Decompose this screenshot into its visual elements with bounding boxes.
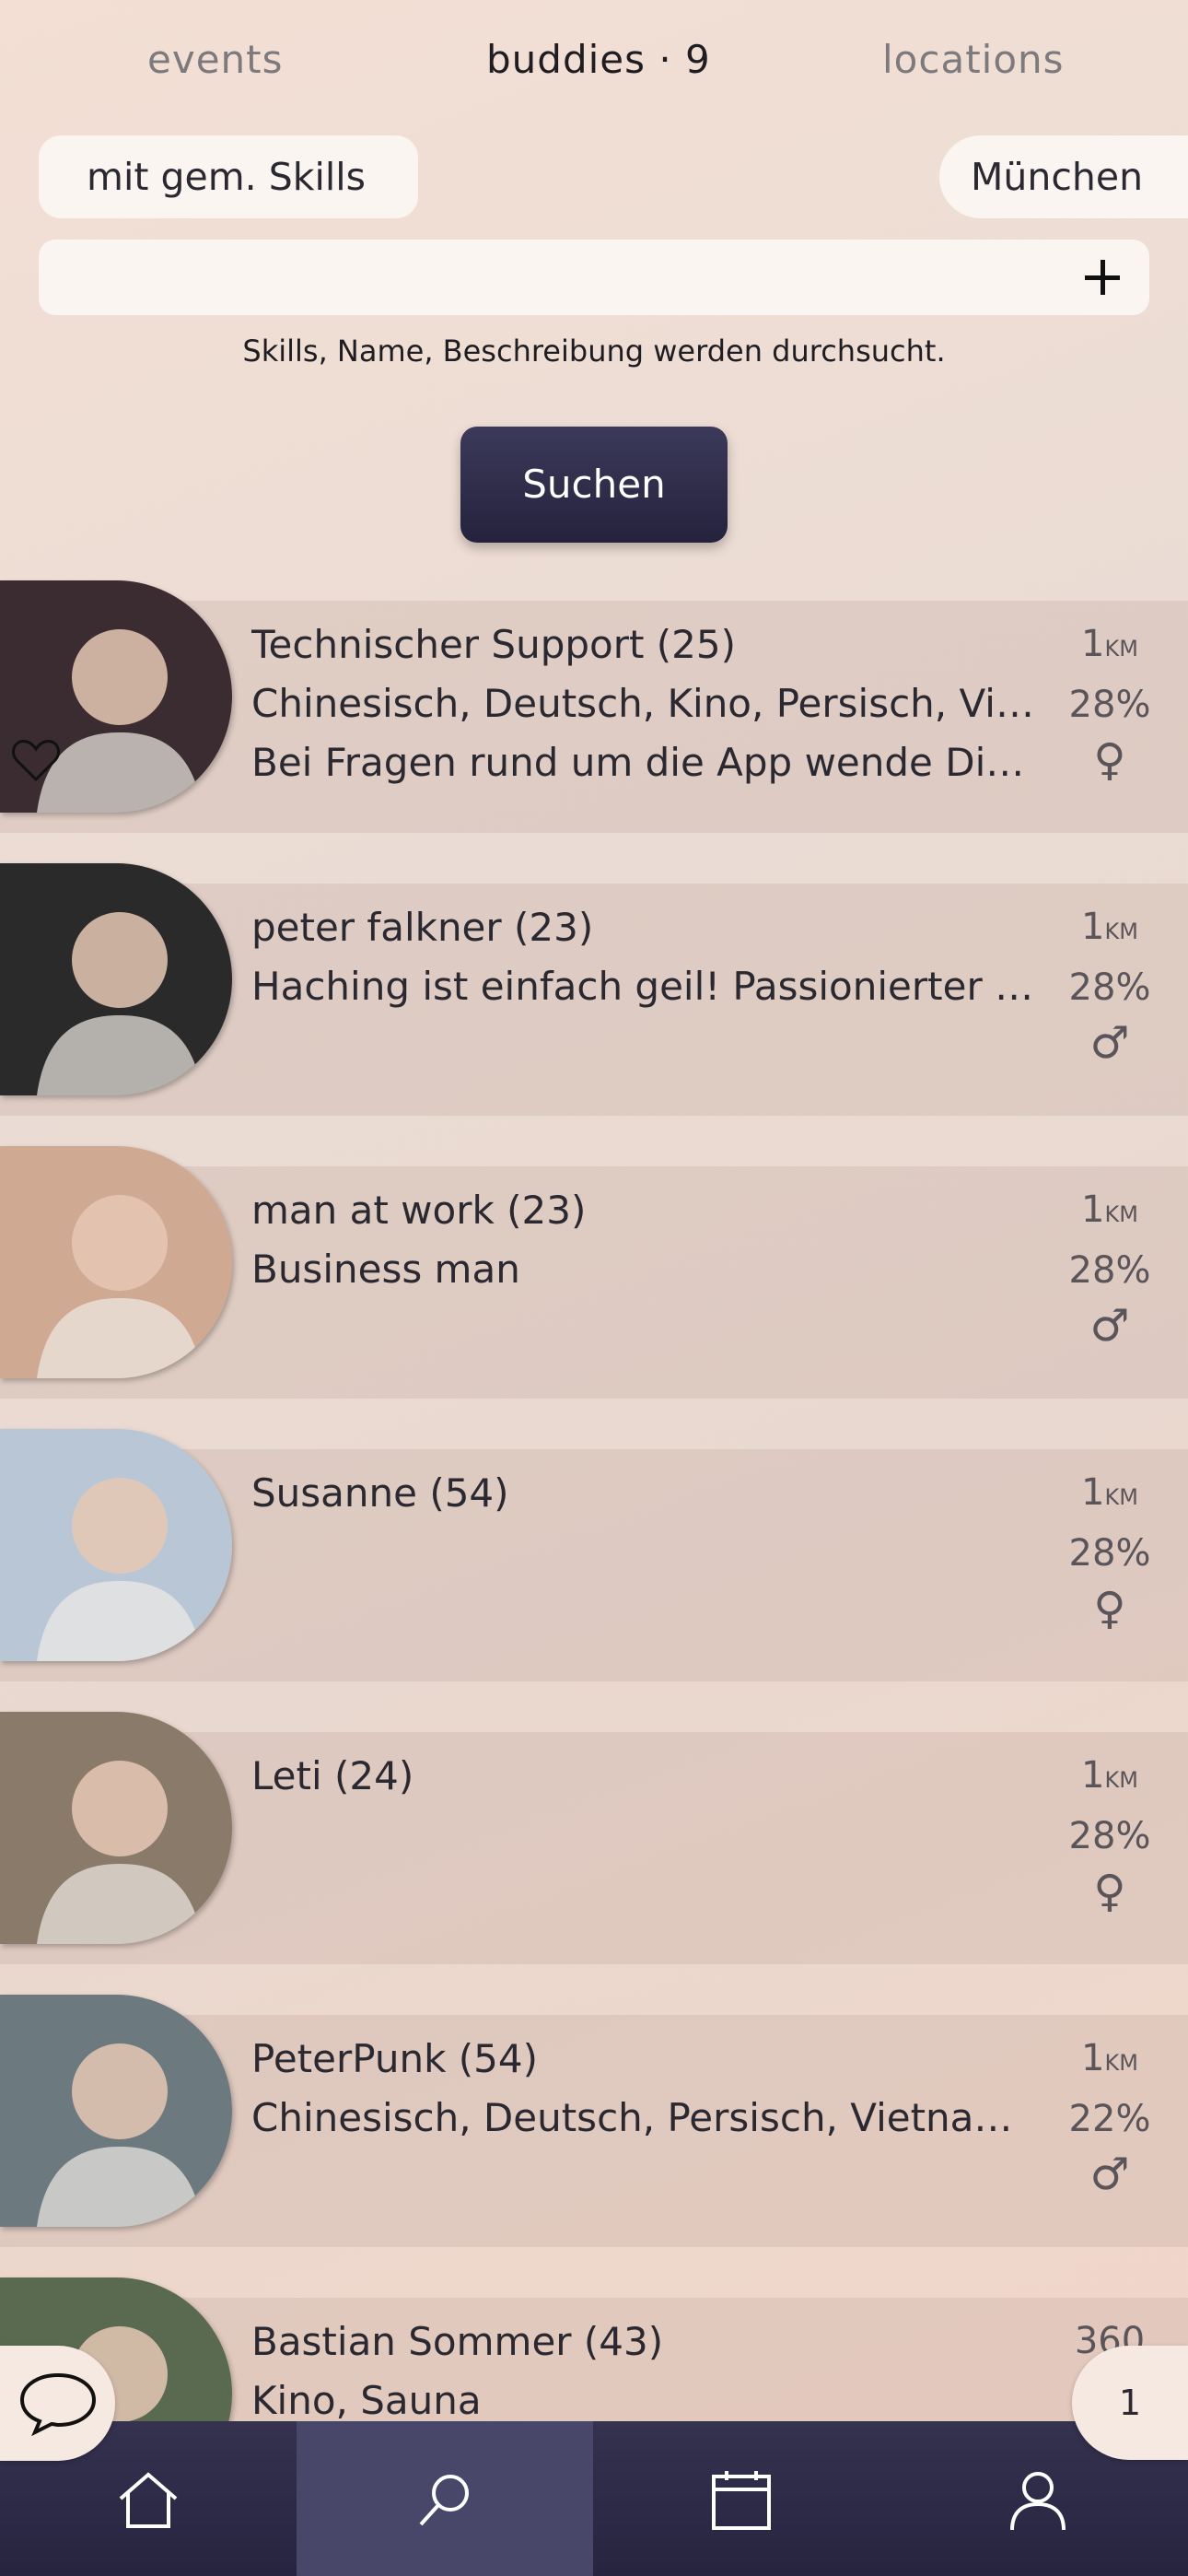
search-input[interactable] — [39, 240, 1149, 315]
buddy-meta: 1KM 28% ♀ — [1050, 615, 1170, 788]
buddy-skills: Haching ist einfach geil! Passionierter … — [251, 964, 1034, 1009]
match-percent: 28% — [1068, 1532, 1151, 1575]
plus-icon[interactable] — [1076, 251, 1129, 304]
gender-icon: ♀ — [1093, 1866, 1126, 1917]
nav-calendar[interactable] — [593, 2421, 890, 2576]
distance: 1KM — [1081, 906, 1138, 948]
match-percent: 28% — [1068, 966, 1151, 1009]
city-filter-chip[interactable]: München — [939, 135, 1188, 218]
user-icon — [1010, 2472, 1066, 2531]
buddy-name: Bastian Sommer (43) — [251, 2319, 664, 2364]
buddy-info: PeterPunk (54) Chinesisch, Deutsch, Pers… — [251, 2030, 1034, 2148]
avatar[interactable] — [0, 1995, 232, 2227]
gender-icon: ♀ — [1093, 1583, 1126, 1634]
nav-search[interactable] — [297, 2421, 593, 2576]
tab-buddies[interactable]: buddies · 9 — [486, 37, 711, 82]
search-button[interactable]: Suchen — [460, 427, 728, 543]
buddy-info: peter falkner (23) Haching ist einfach g… — [251, 898, 1034, 1016]
buddy-meta: 1KM 28% ♀ — [1050, 1747, 1170, 1919]
top-tabs: events buddies · 9 locations — [0, 37, 1188, 101]
heart-icon[interactable] — [11, 737, 61, 783]
skills-filter-chip[interactable]: mit gem. Skills — [39, 135, 418, 218]
distance: 1KM — [1081, 623, 1138, 665]
match-percent: 28% — [1068, 1815, 1151, 1857]
buddy-skills: Chinesisch, Deutsch, Persisch, Vietnames… — [251, 2095, 1034, 2140]
distance: 1KM — [1081, 1471, 1138, 1514]
buddy-info: Susanne (54) — [251, 1464, 1034, 1523]
gender-icon: ♀ — [1093, 734, 1126, 786]
buddy-info: Technischer Support (25) Chinesisch, Deu… — [251, 615, 1034, 792]
tab-locations[interactable]: locations — [882, 37, 1065, 82]
buddy-card[interactable]: man at work (23) Business man 1KM 28% ♂ — [0, 1137, 1188, 1399]
buddy-name: Technischer Support (25) — [251, 622, 737, 667]
search-hint: Skills, Name, Beschreibung werden durchs… — [242, 334, 946, 369]
chat-icon[interactable] — [0, 2346, 115, 2461]
home-icon — [119, 2472, 178, 2528]
distance: 1KM — [1081, 1754, 1138, 1797]
avatar[interactable] — [0, 1429, 232, 1661]
calendar-icon — [712, 2471, 771, 2530]
buddy-info: man at work (23) Business man — [251, 1181, 1034, 1299]
buddy-info: Leti (24) — [251, 1747, 1034, 1806]
notification-badge[interactable]: 1 — [1072, 2346, 1188, 2460]
buddy-meta: 1KM 28% ♀ — [1050, 1464, 1170, 1636]
match-percent: 22% — [1068, 2098, 1151, 2140]
buddy-meta: 1KM 28% ♂ — [1050, 898, 1170, 1071]
bottom-nav — [0, 2421, 1188, 2576]
distance: 1KM — [1081, 1188, 1138, 1231]
tab-events[interactable]: events — [147, 37, 284, 82]
buddy-card[interactable]: peter falkner (23) Haching ist einfach g… — [0, 854, 1188, 1116]
buddy-info: Bastian Sommer (43) Kino, Sauna — [251, 2313, 1034, 2430]
gender-icon: ♂ — [1089, 1300, 1130, 1352]
gender-icon: ♂ — [1089, 2149, 1130, 2200]
avatar[interactable] — [0, 863, 232, 1095]
buddy-name: peter falkner (23) — [251, 905, 594, 950]
distance: 1KM — [1081, 2037, 1138, 2079]
search-icon — [419, 2475, 469, 2526]
buddy-meta: 1KM 28% ♂ — [1050, 1181, 1170, 1353]
gender-icon: ♂ — [1089, 1017, 1130, 1069]
buddy-name: man at work (23) — [251, 1188, 587, 1233]
buddy-name: Leti (24) — [251, 1753, 414, 1798]
buddy-name: Susanne (54) — [251, 1470, 509, 1516]
buddy-card[interactable]: Susanne (54) 1KM 28% ♀ — [0, 1420, 1188, 1681]
avatar[interactable] — [0, 1146, 232, 1378]
buddy-skills: Chinesisch, Deutsch, Kino, Persisch, Vie… — [251, 681, 1034, 726]
buddy-card[interactable]: PeterPunk (54) Chinesisch, Deutsch, Pers… — [0, 1985, 1188, 2247]
match-percent: 28% — [1068, 684, 1151, 726]
buddy-name: PeterPunk (54) — [251, 2036, 538, 2081]
buddy-card[interactable]: Technischer Support (25) Chinesisch, Deu… — [0, 571, 1188, 833]
buddy-card[interactable]: Leti (24) 1KM 28% ♀ — [0, 1703, 1188, 1964]
avatar[interactable] — [0, 1712, 232, 1944]
buddy-meta: 1KM 22% ♂ — [1050, 2030, 1170, 2202]
match-percent: 28% — [1068, 1249, 1151, 1292]
buddy-skills: Business man — [251, 1247, 520, 1292]
buddy-description: Bei Fragen rund um die App wende Dich an… — [251, 740, 1034, 785]
